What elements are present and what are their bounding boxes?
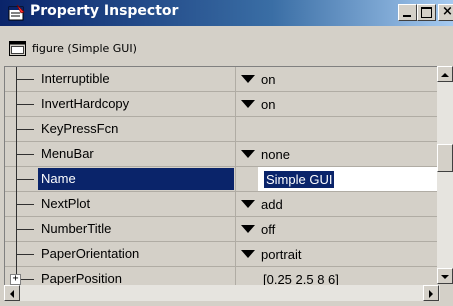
figure-icon [9, 41, 26, 56]
title-bar[interactable]: Property Inspector × [0, 0, 453, 26]
scroll-up-button[interactable] [437, 66, 453, 82]
property-row[interactable]: MenuBar none [5, 142, 441, 167]
property-value: [0.25 2.5 8 6] [263, 272, 339, 285]
tree-branch [16, 254, 34, 255]
property-name: PaperPosition [41, 271, 122, 285]
tree-branch [16, 229, 34, 230]
property-value-cell[interactable]: portrait [236, 242, 441, 267]
property-name: MenuBar [41, 146, 94, 161]
dropdown-arrow-icon[interactable] [239, 195, 257, 212]
property-inspector-window: Property Inspector × figure (Simple GUI)… [0, 0, 453, 306]
property-value-cell[interactable] [236, 117, 441, 142]
horizontal-scrollbar[interactable] [4, 285, 440, 301]
property-name: NumberTitle [41, 221, 112, 236]
property-name: Interruptible [41, 71, 110, 86]
vertical-scroll-thumb[interactable] [437, 144, 453, 172]
property-value: portrait [261, 247, 302, 262]
dropdown-arrow-icon[interactable] [239, 220, 257, 237]
property-inspector-icon [8, 4, 25, 21]
property-name: Name [41, 171, 76, 186]
close-button[interactable]: × [438, 4, 453, 21]
scroll-corner [440, 285, 453, 301]
minimize-button[interactable] [398, 4, 417, 21]
scroll-down-icon [441, 275, 449, 279]
tree-branch [16, 104, 34, 105]
property-value: on [261, 97, 276, 112]
property-name-cell[interactable]: KeyPressFcn [5, 117, 236, 142]
maximize-button[interactable] [417, 4, 436, 21]
property-name-cell[interactable]: InvertHardcopy [5, 92, 236, 117]
property-name-cell[interactable]: + PaperPosition [5, 267, 236, 285]
property-name-cell[interactable]: Name [5, 167, 236, 192]
property-value: off [261, 222, 276, 237]
tree-branch [16, 154, 34, 155]
property-name: KeyPressFcn [41, 121, 119, 136]
property-value: none [261, 147, 290, 162]
object-label: figure (Simple GUI) [32, 42, 137, 55]
scroll-left-button[interactable] [4, 285, 20, 301]
window-title: Property Inspector [30, 3, 179, 19]
property-name-cell[interactable]: NumberTitle [5, 217, 236, 242]
vertical-scrollbar[interactable] [437, 66, 453, 284]
maximize-icon [421, 7, 432, 18]
dropdown-arrow-icon[interactable] [239, 145, 257, 162]
scroll-down-button[interactable] [437, 268, 453, 284]
property-value-cell[interactable]: none [236, 142, 441, 167]
property-row[interactable]: PaperOrientation portrait [5, 242, 441, 267]
property-value[interactable]: Simple GUI [264, 171, 335, 188]
scroll-right-icon [429, 290, 433, 298]
scroll-up-icon [441, 73, 449, 77]
dropdown-arrow-icon[interactable] [239, 245, 257, 262]
property-row[interactable]: Name Simple GUI [5, 167, 441, 192]
property-row[interactable]: Interruptible on [5, 67, 441, 92]
property-value: on [261, 72, 276, 87]
property-row[interactable]: NumberTitle off [5, 217, 441, 242]
scroll-left-icon [10, 290, 14, 298]
minimize-icon [403, 15, 411, 17]
property-name-cell[interactable]: Interruptible [5, 67, 236, 92]
property-value-cell[interactable]: add [236, 192, 441, 217]
property-name: InvertHardcopy [41, 96, 130, 111]
property-value-cell[interactable]: [0.25 2.5 8 6] [236, 267, 441, 285]
property-row[interactable]: KeyPressFcn [5, 117, 441, 142]
property-name-cell[interactable]: MenuBar [5, 142, 236, 167]
property-value: add [261, 197, 283, 212]
property-grid: Interruptible on InvertHardcopy on KeyPressF… [4, 66, 441, 285]
property-name-cell[interactable]: PaperOrientation [5, 242, 236, 267]
property-name: PaperOrientation [41, 246, 140, 261]
scroll-right-button[interactable] [423, 285, 439, 301]
property-value-cell[interactable]: Simple GUI [236, 167, 441, 192]
property-row[interactable]: + PaperPosition [0.25 2.5 8 6] [5, 267, 441, 285]
property-row[interactable]: InvertHardcopy on [5, 92, 441, 117]
expand-icon[interactable]: + [10, 274, 21, 285]
property-row[interactable]: NextPlot add [5, 192, 441, 217]
tree-branch [16, 179, 34, 180]
property-value-cell[interactable]: off [236, 217, 441, 242]
dropdown-arrow-icon[interactable] [239, 95, 257, 112]
property-name-cell[interactable]: NextPlot [5, 192, 236, 217]
tree-branch [16, 204, 34, 205]
tree-branch [16, 79, 34, 80]
property-value-cell[interactable]: on [236, 67, 441, 92]
property-name: NextPlot [41, 196, 91, 211]
close-icon: × [442, 4, 453, 19]
dropdown-arrow-icon[interactable] [239, 70, 257, 87]
tree-branch [16, 129, 34, 130]
property-value-cell[interactable]: on [236, 92, 441, 117]
